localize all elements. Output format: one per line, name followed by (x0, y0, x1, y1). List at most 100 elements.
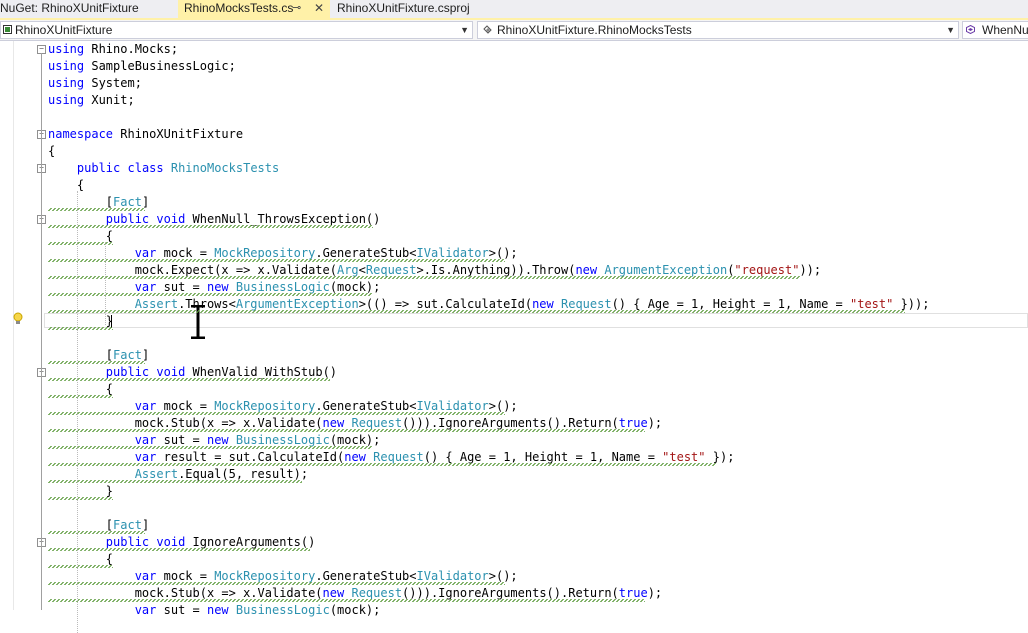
project-name: RhinoXUnitFixture (15, 23, 113, 37)
code-keyword: true (618, 416, 648, 430)
warning-squiggle (48, 599, 645, 602)
lightbulb-icon[interactable] (12, 312, 24, 326)
code-line: using Rhino.Mocks; (48, 41, 178, 58)
code-text: .GenerateStub< (315, 569, 417, 583)
warning-squiggle (48, 259, 505, 262)
fold-connector (41, 53, 42, 103)
code-keyword: public (105, 365, 150, 379)
code-text: mock = (156, 399, 215, 413)
code-line: { (48, 143, 55, 160)
code-type: Request (351, 586, 403, 600)
code-type: MockRepository (214, 246, 316, 260)
warning-squiggle (48, 327, 113, 330)
code-line: using System; (48, 75, 142, 92)
code-keyword: using (48, 42, 85, 56)
close-icon[interactable]: ✕ (314, 0, 324, 17)
project-dropdown[interactable]: RhinoXUnitFixture ▼ (0, 21, 473, 39)
code-text: }); (705, 450, 735, 464)
code-text: ] (141, 195, 150, 209)
code-keyword: var (134, 569, 157, 583)
code-type: Request (561, 297, 612, 311)
type-name: RhinoXUnitFixture.RhinoMocksTests (497, 23, 692, 37)
code-text: ())).IgnoreArguments().Return( (402, 416, 619, 430)
code-text: < (358, 263, 366, 277)
code-keyword: true (618, 586, 648, 600)
warning-squiggle (48, 497, 113, 500)
code-type: BusinessLogic (235, 433, 330, 447)
tab-rhinomockstests[interactable]: RhinoMocksTests.cs ⊸ ✕ (178, 0, 330, 18)
chevron-down-icon: ▼ (946, 25, 955, 35)
code-line: public class RhinoMocksTests (48, 160, 279, 177)
code-text: (mock); (329, 280, 381, 294)
code-text: mock.Stub(x => x.Validate( (48, 416, 323, 430)
code-keyword: new (322, 586, 345, 600)
code-type: Request (365, 263, 417, 277)
tab-csproj[interactable]: RhinoXUnitFixture.csproj (333, 0, 497, 18)
csharp-project-icon (3, 25, 12, 34)
code-text: (mock); (329, 603, 381, 617)
document-tab-bar: NuGet: RhinoXUnitFixture RhinoMocksTests… (0, 0, 1028, 18)
warning-squiggle (48, 412, 505, 415)
warning-squiggle (48, 208, 145, 211)
code-text: { (48, 144, 56, 158)
warning-squiggle (48, 582, 505, 585)
code-keyword: using (48, 59, 85, 73)
code-keyword: new (344, 450, 366, 464)
code-text: >(); (488, 399, 518, 413)
code-type: Fact (113, 348, 142, 362)
code-keyword: void (156, 365, 186, 379)
code-type: ArgumentException (604, 263, 728, 277)
code-text: mock.Stub(x => x.Validate( (48, 586, 323, 600)
code-text: (mock); (329, 433, 381, 447)
warning-squiggle (48, 395, 113, 398)
code-text: >(); (488, 569, 518, 583)
code-text: [ (48, 518, 114, 532)
pin-icon[interactable]: ⊸ (292, 0, 301, 17)
indent-guide (77, 191, 78, 633)
code-text: { (48, 229, 114, 243)
code-keyword: var (134, 450, 157, 464)
code-text: Rhino.Mocks; (84, 42, 179, 56)
code-keyword: new (532, 297, 554, 311)
warning-squiggle (48, 446, 372, 449)
code-text: } (48, 314, 114, 328)
tab-nuget[interactable]: NuGet: RhinoXUnitFixture (0, 0, 176, 18)
warning-squiggle (48, 242, 113, 245)
code-editor[interactable]: using Rhino.Mocks; using SampleBusinessLo… (0, 41, 1028, 633)
type-dropdown[interactable]: RhinoXUnitFixture.RhinoMocksTests ▼ (477, 21, 959, 39)
code-text: { (48, 178, 85, 192)
code-type: BusinessLogic (235, 280, 330, 294)
warning-squiggle (48, 361, 145, 364)
code-keyword: void (156, 212, 186, 226)
code-keyword: new (206, 433, 229, 447)
code-type: IValidator (416, 246, 489, 260)
code-keyword: new (206, 603, 229, 617)
code-string: "request" (734, 263, 800, 277)
code-text: >(() => sut.CalculateId( (358, 297, 533, 311)
code-keyword: using (48, 93, 85, 107)
code-string: "test" (850, 297, 894, 311)
member-dropdown[interactable]: WhenNu (962, 21, 1028, 39)
code-text: .GenerateStub< (315, 399, 417, 413)
tab-label: NuGet: RhinoXUnitFixture (0, 1, 139, 15)
code-keyword: var (134, 603, 157, 617)
code-text: () { Age = 1, Height = 1, Name = (611, 297, 850, 311)
code-text: mock = (156, 569, 215, 583)
warning-squiggle (48, 548, 310, 551)
code-type: IValidator (416, 569, 489, 583)
code-keyword: public (105, 212, 150, 226)
code-text: result = sut.CalculateId( (156, 450, 345, 464)
code-keyword: var (134, 399, 157, 413)
chevron-down-icon: ▼ (460, 25, 469, 35)
